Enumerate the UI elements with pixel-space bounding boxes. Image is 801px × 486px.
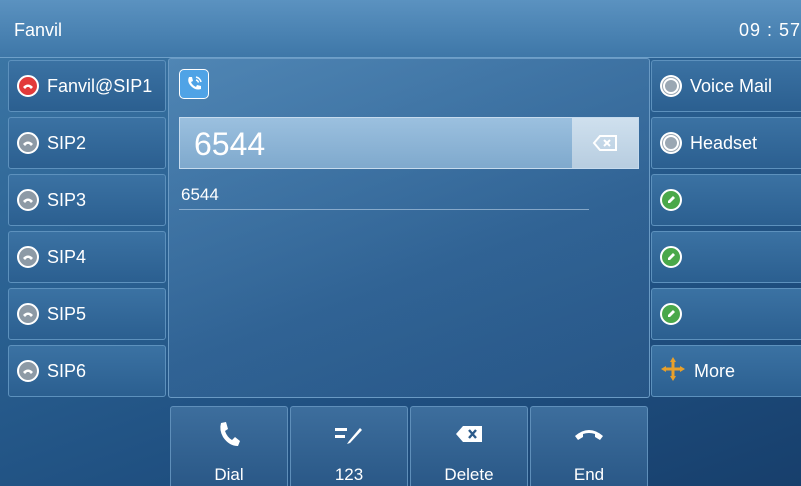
dss-key-label: Headset — [690, 132, 758, 153]
dss-key-voicemail[interactable]: Voice Mail — [651, 60, 801, 112]
softkey-label: Delete — [444, 465, 494, 484]
red-phone-icon — [17, 75, 39, 97]
line-key-1[interactable]: Fanvil@SIP1 — [8, 60, 166, 112]
backspace-icon — [592, 135, 617, 151]
line-key-label: SIP6 — [47, 360, 87, 381]
line-key-label: SIP3 — [47, 189, 87, 210]
line-key-4[interactable]: SIP4 — [8, 231, 166, 283]
suggestion-item[interactable]: 6544 — [181, 185, 219, 205]
dss-key-label: More — [694, 360, 736, 381]
number-input[interactable]: 6544 — [179, 117, 639, 169]
edit-icon — [660, 303, 682, 325]
line-key-5[interactable]: SIP5 — [8, 288, 166, 340]
line-key-label: SIP5 — [47, 303, 87, 324]
ring-icon — [660, 132, 682, 154]
more-button[interactable]: More — [651, 345, 801, 397]
delete-icon — [411, 419, 527, 449]
gray-phone-icon — [17, 189, 39, 211]
backspace-button[interactable] — [572, 118, 638, 168]
line-key-2[interactable]: SIP2 — [8, 117, 166, 169]
phone-icon — [171, 419, 287, 449]
dial-panel: 6544 6544 — [168, 58, 650, 398]
dss-key-headset[interactable]: Headset — [651, 117, 801, 169]
delete-button[interactable]: Delete — [410, 406, 528, 486]
gray-phone-icon — [17, 132, 39, 154]
line-key-label: SIP2 — [47, 132, 87, 153]
dss-key-5[interactable] — [651, 288, 801, 340]
clock: 09 : 57 — [738, 20, 801, 40]
end-button[interactable]: End — [530, 406, 648, 486]
divider — [179, 209, 589, 210]
dss-key-3[interactable] — [651, 174, 801, 226]
line-key-6[interactable]: SIP6 — [8, 345, 166, 397]
hangup-icon — [531, 419, 647, 449]
input-mode-icon — [291, 419, 407, 449]
call-badge-icon — [179, 69, 209, 99]
dial-button[interactable]: Dial — [170, 406, 288, 486]
line-key-label: Fanvil@SIP1 — [47, 75, 153, 96]
softkey-label: 123 — [334, 465, 364, 484]
input-mode-button[interactable]: 123 — [290, 406, 408, 486]
brand-title: Fanvil — [14, 20, 63, 40]
gray-phone-icon — [17, 360, 39, 382]
dialed-number: 6544 — [194, 126, 266, 162]
softkey-label: End — [573, 465, 605, 484]
ring-icon — [660, 75, 682, 97]
line-key-label: SIP4 — [47, 246, 87, 267]
softkey-label: Dial — [214, 465, 244, 484]
line-key-3[interactable]: SIP3 — [8, 174, 166, 226]
softkey-bar: Dial 123 Delete End — [0, 400, 801, 486]
gray-phone-icon — [17, 303, 39, 325]
edit-icon — [660, 189, 682, 211]
dss-key-4[interactable] — [651, 231, 801, 283]
gray-phone-icon — [17, 246, 39, 268]
edit-icon — [660, 246, 682, 268]
status-bar: Fanvil 09 : 57 — [0, 0, 801, 58]
dss-key-label: Voice Mail — [690, 75, 773, 96]
arrows-icon — [660, 356, 686, 387]
